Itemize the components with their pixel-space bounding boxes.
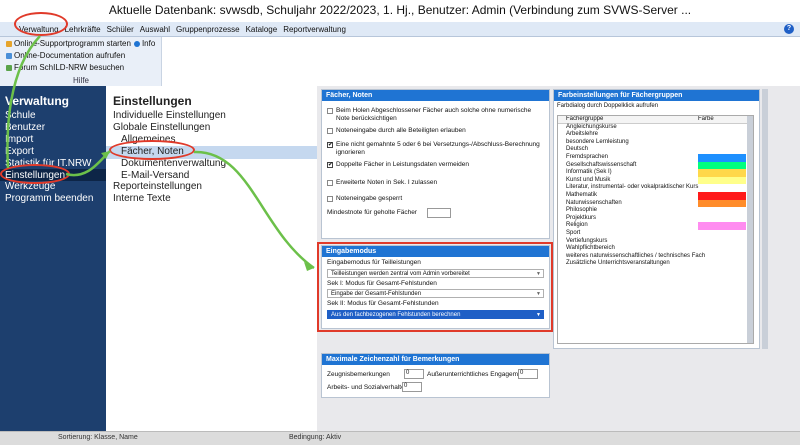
arrow-path [6, 35, 41, 169]
arrow-path [193, 150, 315, 270]
annotation-arrows [6, 35, 315, 271]
